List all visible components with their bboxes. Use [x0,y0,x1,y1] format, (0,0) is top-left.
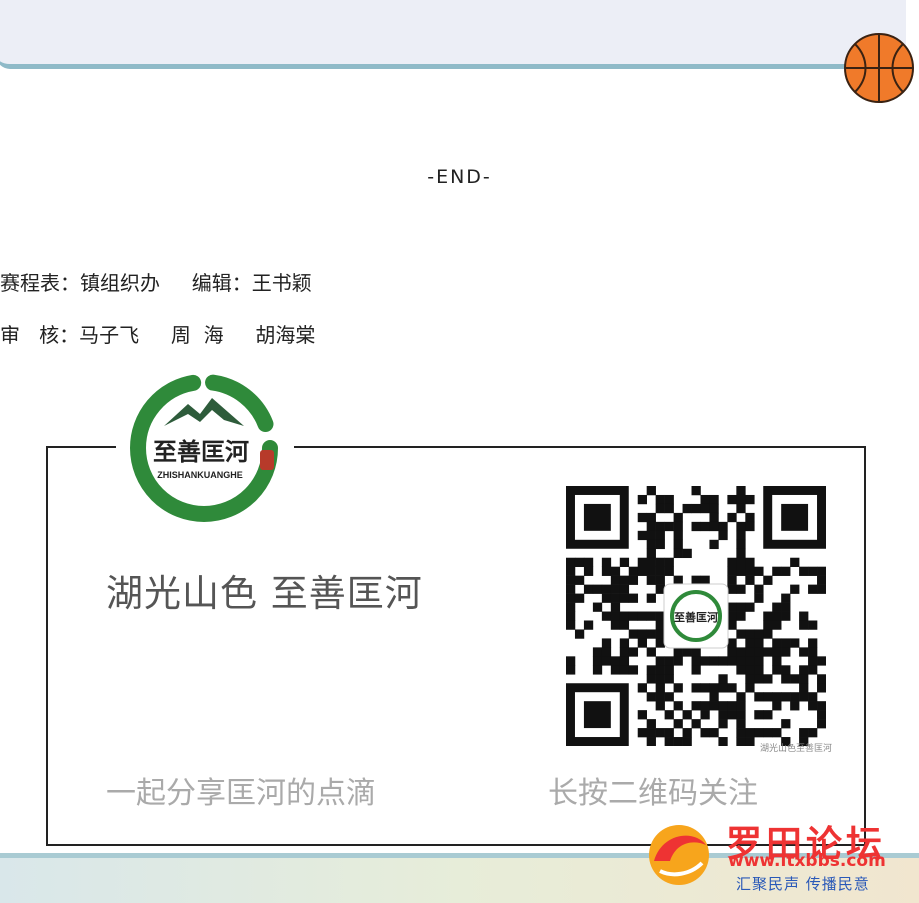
qr-center-logo-text: 至善匡河 [674,610,718,624]
zhishan-kuanghe-logo: 至善匡河 ZHISHANKUANGHE [130,374,278,522]
forum-url[interactable]: www.ltxbbs.com [728,851,886,871]
basketball-icon [844,33,914,103]
qr-finder-pattern [565,683,629,746]
subtitle-scan-hint: 长按二维码关注 [548,776,758,811]
qr-caption: 湖光山色至善匡河 [760,744,833,754]
qr-matrix: 至善匡河 [565,485,827,747]
top-banner [0,0,906,69]
credit-schedule-editor: 赛程表：镇组织办 编辑：王书颖 [0,271,312,295]
qr-finder-pattern [763,485,826,549]
slogan: 湖光山色 至善匡河 [106,572,423,615]
qr-finder-pattern [565,485,629,549]
end-marker: -END- [427,166,492,188]
svg-text:ZHISHANKUANGHE: ZHISHANKUANGHE [157,470,243,480]
forum-logo-icon [649,825,709,885]
svg-text:至善匡河: 至善匡河 [153,437,249,466]
subtitle-share: 一起分享匡河的点滴 [106,776,376,811]
forum-motto: 汇聚民声 传播民意 [736,875,870,893]
qr-code[interactable]: 至善匡河 [565,485,827,747]
credit-reviewers: 审 核：马子飞 周 海 胡海棠 [0,323,316,347]
